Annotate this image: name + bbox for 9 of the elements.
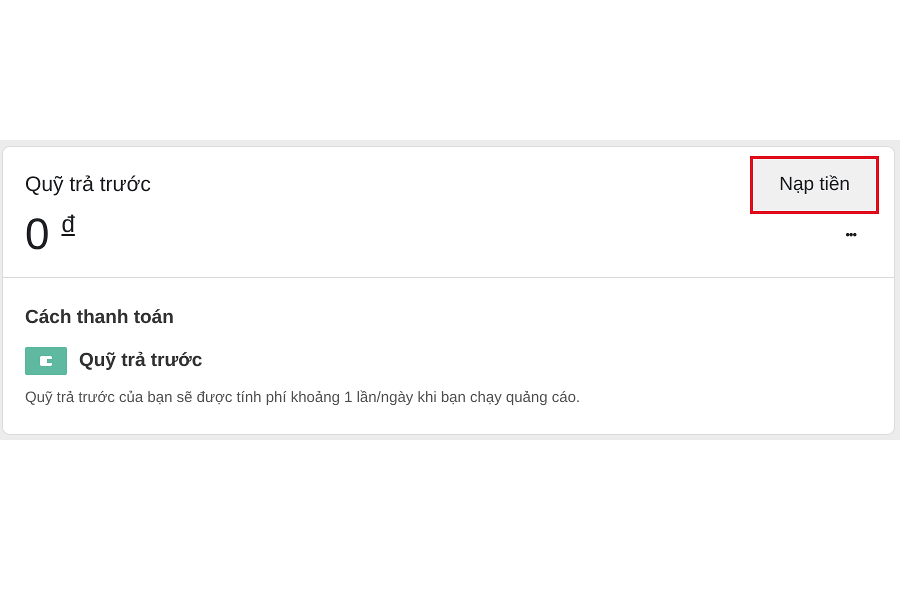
balance-amount: 0 — [25, 213, 50, 257]
payment-description: Quỹ trả trước của bạn sẽ được tính phí khoảng 1 lần/ngày khi bạn chạy quảng cáo. — [25, 388, 582, 408]
section-heading: Cách thanh toán — [25, 306, 175, 330]
currency-symbol: đ — [61, 213, 75, 237]
card-title: Quỹ trả trước — [25, 172, 151, 198]
top-up-button[interactable]: Nạp tiền — [753, 159, 876, 211]
wallet-icon — [25, 346, 67, 375]
payment-method-label: Quỹ trả trước — [79, 348, 202, 372]
more-button[interactable]: ••• — [845, 225, 856, 245]
